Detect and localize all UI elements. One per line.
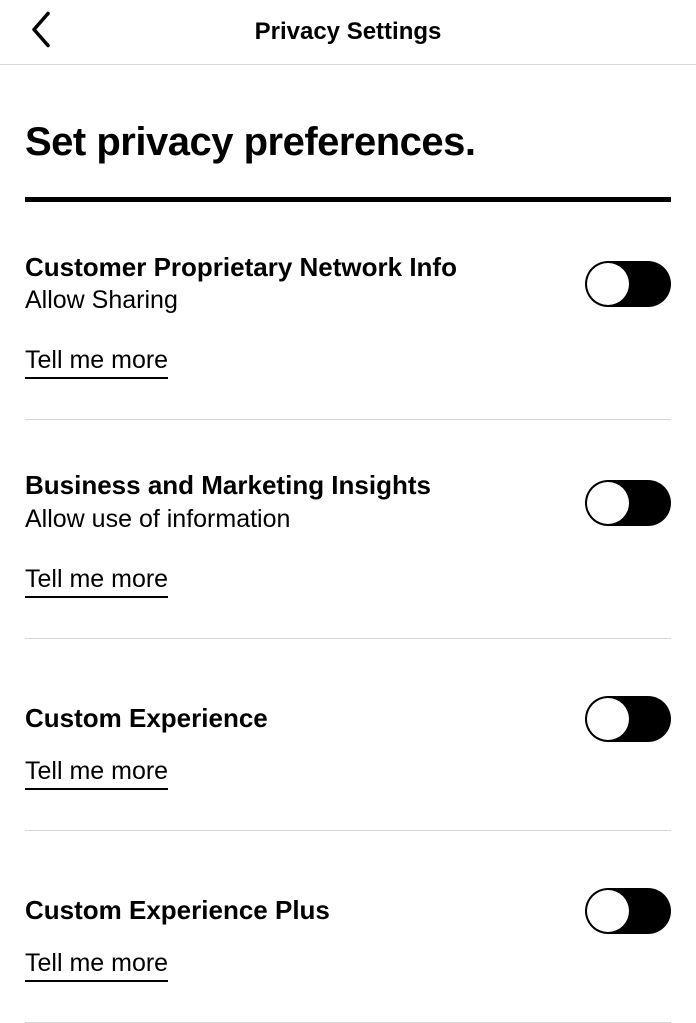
toggle-custom-experience[interactable] [585,696,671,742]
header-title: Privacy Settings [255,18,442,46]
setting-subtitle: Allow use of information [25,504,565,535]
toggle-cpni[interactable] [585,261,671,307]
setting-row: Custom Experience [25,689,671,749]
back-button[interactable] [30,12,52,53]
setting-text: Business and Marketing Insights Allow us… [25,470,585,534]
setting-cpni: Customer Proprietary Network Info Allow … [25,202,671,420]
setting-row: Customer Proprietary Network Info Allow … [25,252,671,316]
setting-title: Custom Experience Plus [25,895,565,926]
toggle-knob [587,698,629,740]
page-title: Set privacy preferences. [25,120,671,165]
setting-row: Business and Marketing Insights Allow us… [25,470,671,534]
toggle-knob [587,482,629,524]
header-bar: Privacy Settings [0,0,696,65]
tell-me-more-link[interactable]: Tell me more [25,346,168,379]
toggle-knob [587,263,629,305]
content-area: Set privacy preferences. Customer Propri… [0,120,696,1023]
setting-text: Custom Experience [25,703,585,734]
setting-title: Custom Experience [25,703,565,734]
setting-row: Custom Experience Plus [25,881,671,941]
tell-me-more-link[interactable]: Tell me more [25,757,168,790]
setting-text: Custom Experience Plus [25,895,585,926]
toggle-knob [587,890,629,932]
setting-title: Customer Proprietary Network Info [25,252,565,283]
setting-business-marketing: Business and Marketing Insights Allow us… [25,420,671,638]
setting-text: Customer Proprietary Network Info Allow … [25,252,585,316]
setting-subtitle: Allow Sharing [25,285,565,316]
toggle-business-marketing[interactable] [585,480,671,526]
chevron-left-icon [30,12,52,53]
setting-custom-experience: Custom Experience Tell me more [25,639,671,831]
tell-me-more-link[interactable]: Tell me more [25,565,168,598]
setting-custom-experience-plus: Custom Experience Plus Tell me more [25,831,671,1023]
setting-title: Business and Marketing Insights [25,470,565,501]
tell-me-more-link[interactable]: Tell me more [25,949,168,982]
toggle-custom-experience-plus[interactable] [585,888,671,934]
